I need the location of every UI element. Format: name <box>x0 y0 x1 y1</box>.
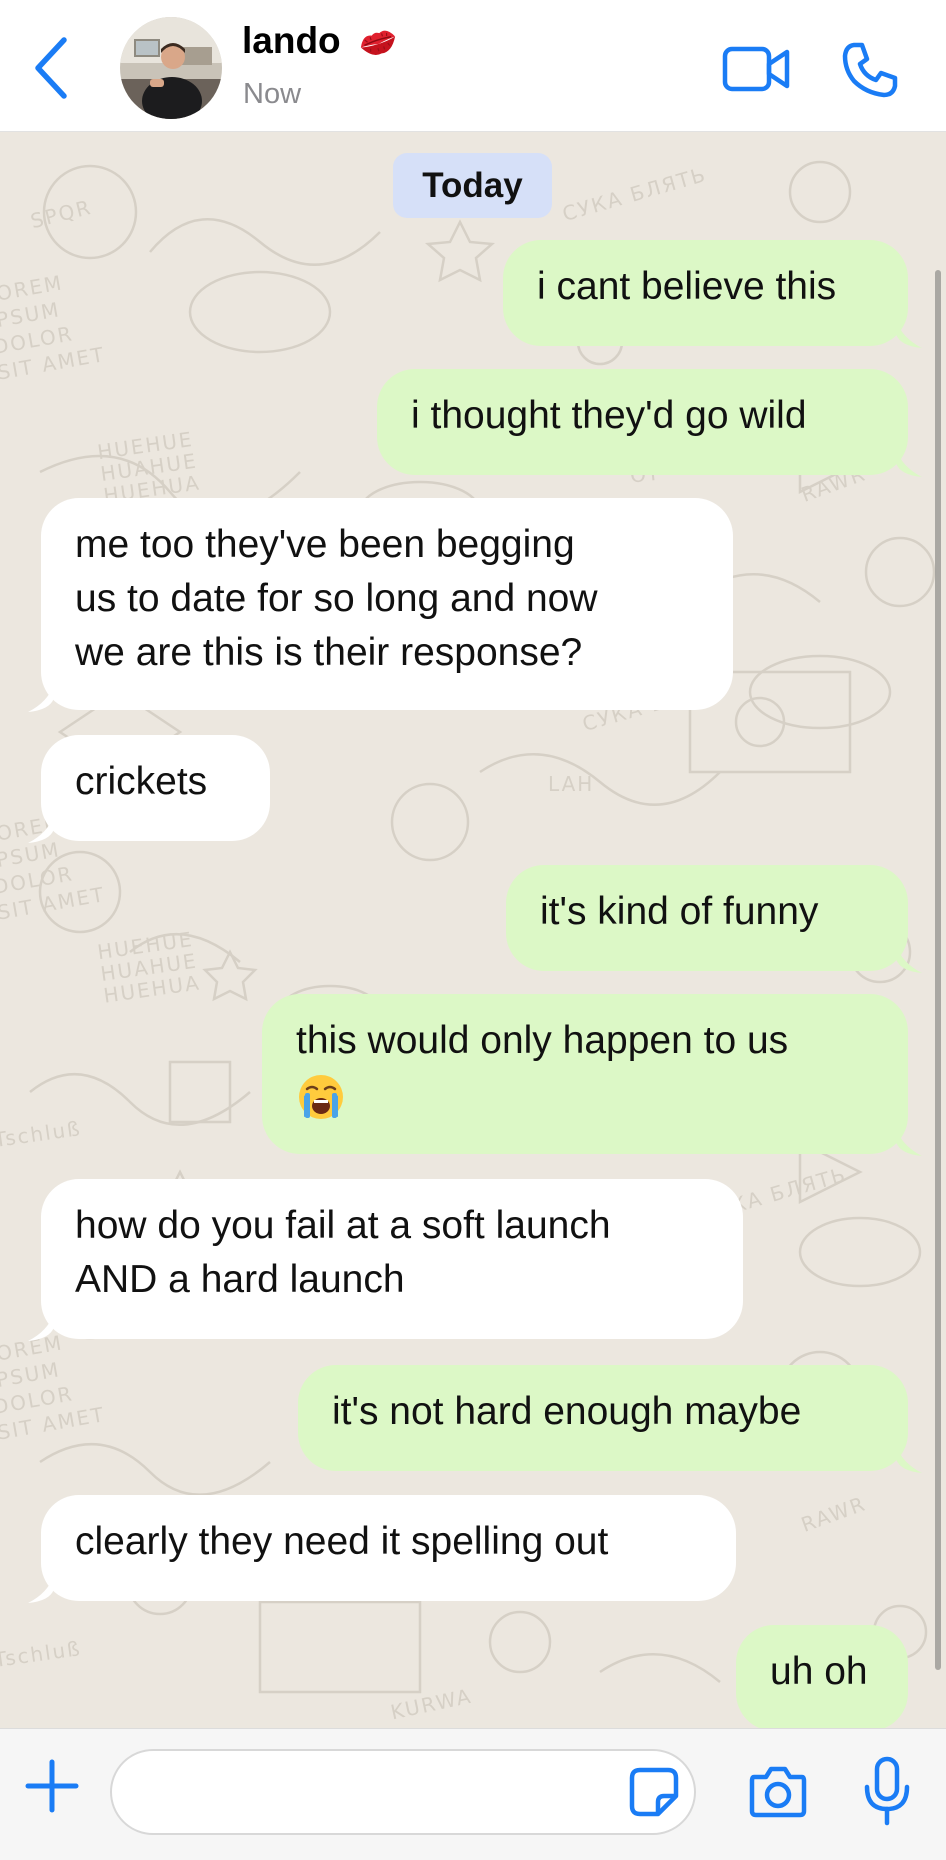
camera-icon <box>749 1766 807 1818</box>
message-text: it's not hard enough maybe <box>332 1390 802 1433</box>
bubble-tail <box>28 815 54 843</box>
video-call-button[interactable] <box>722 44 792 94</box>
contact-photo <box>120 17 222 119</box>
bubble-tail <box>896 945 922 973</box>
scrollbar[interactable] <box>935 270 941 1670</box>
date-separator: Today <box>393 153 552 218</box>
loudly-crying-face-icon <box>299 1074 343 1119</box>
contact-name[interactable]: lando <box>242 20 341 62</box>
message-text: clearly they need it spelling out <box>75 1520 609 1563</box>
camera-button[interactable] <box>748 1763 808 1819</box>
video-camera-icon <box>722 46 790 92</box>
bubble-tail <box>896 1128 922 1156</box>
bubble-tail <box>28 1313 54 1341</box>
phone-icon <box>842 42 898 98</box>
message-text: i thought they'd go wild <box>411 394 807 437</box>
message-bubble-incoming[interactable]: me too they've been begging us to date f… <box>41 498 733 710</box>
wallpaper-doodle-text: LAH <box>548 772 595 796</box>
microphone-icon <box>864 1756 910 1826</box>
message-text: me too they've been begging <box>75 523 575 566</box>
sticker-button[interactable] <box>626 1764 682 1820</box>
message-text: i cant believe this <box>537 265 837 308</box>
voice-message-button[interactable] <box>862 1755 912 1829</box>
message-text: uh oh <box>770 1650 868 1693</box>
message-bubble-outgoing[interactable]: it's kind of funny <box>506 865 908 971</box>
message-text: AND a hard launch <box>75 1258 405 1301</box>
kiss-mark-icon <box>356 22 400 62</box>
bubble-tail <box>28 684 54 712</box>
message-text: this would only happen to us <box>296 1019 789 1062</box>
voice-call-button[interactable] <box>840 40 900 100</box>
contact-status: Now <box>243 78 302 110</box>
chat-area[interactable]: СУКА БЛЯТЬ LOREM IPSUM DOLOR SIT AMET HU… <box>0 132 946 1728</box>
message-bubble-outgoing[interactable]: i thought they'd go wild <box>377 369 908 475</box>
message-text: we are this is their response? <box>75 631 583 674</box>
back-button[interactable] <box>28 30 78 106</box>
wallpaper-doodle-text: LOREM IPSUM DOLOR SIT AMET <box>0 270 108 385</box>
message-text: how do you fail at a soft launch <box>75 1204 611 1247</box>
message-input[interactable] <box>110 1749 696 1835</box>
chevron-left-icon <box>35 37 67 99</box>
bubble-tail <box>896 320 922 348</box>
bubble-tail <box>896 449 922 477</box>
sticker-icon <box>629 1767 679 1817</box>
plus-icon <box>25 1759 79 1813</box>
bubble-tail <box>896 1445 922 1473</box>
message-text: crickets <box>75 760 208 803</box>
message-bubble-outgoing[interactable]: it's not hard enough maybe <box>298 1365 908 1471</box>
message-bubble-incoming[interactable]: clearly they need it spelling out <box>41 1495 736 1601</box>
chat-header: lando Now <box>0 0 946 132</box>
message-input-bar <box>0 1728 946 1860</box>
message-bubble-outgoing[interactable]: i cant believe this <box>503 240 908 346</box>
avatar[interactable] <box>120 17 222 119</box>
message-bubble-incoming[interactable]: how do you fail at a soft launch AND a h… <box>41 1179 743 1339</box>
wallpaper-doodle-text: LOREM IPSUM DOLOR SIT AMET <box>0 1330 108 1445</box>
attach-button[interactable] <box>22 1756 82 1816</box>
bubble-tail <box>28 1575 54 1603</box>
message-bubble-outgoing[interactable]: this would only happen to us <box>262 994 908 1154</box>
message-text: us to date for so long and now <box>75 577 598 620</box>
message-bubble-outgoing[interactable]: uh oh <box>736 1625 908 1728</box>
message-bubble-incoming[interactable]: crickets <box>41 735 270 841</box>
message-text: it's kind of funny <box>540 890 819 933</box>
